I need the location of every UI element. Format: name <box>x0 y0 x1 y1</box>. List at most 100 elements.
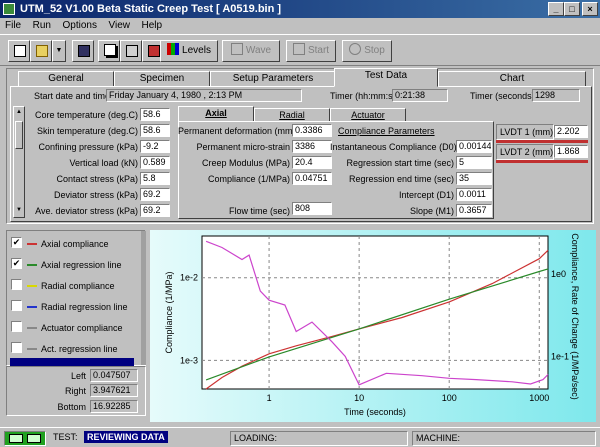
tab-specimen[interactable]: Specimen <box>114 71 210 87</box>
start-button[interactable]: Start <box>286 40 336 62</box>
confining-pressure-label: Confining pressure (kPa) <box>38 142 138 152</box>
status-bar: TEST: REVIEWING DATA LOADING: MACHINE: <box>0 427 600 447</box>
axial-compliance-checkbox[interactable]: ✔ <box>11 237 22 248</box>
y2-tick-label: 1e0 <box>551 269 566 279</box>
menu-view[interactable]: View <box>104 18 135 31</box>
radial-compliance-checkbox[interactable] <box>11 279 22 290</box>
actuator-compliance-checkbox[interactable] <box>11 321 22 332</box>
bottom-bound-label: Bottom <box>57 402 86 412</box>
subtab-radial-label: Radial <box>279 110 305 120</box>
legend-swatch <box>27 285 37 287</box>
lvdt2-label: LVDT 2 (mm) <box>500 147 554 157</box>
subtab-radial[interactable]: Radial <box>254 108 330 122</box>
regression-start-value: 5 <box>456 156 492 169</box>
stop-button[interactable]: Stop <box>342 40 392 62</box>
legend-item-actuator-compliance[interactable]: Actuator compliance <box>11 321 141 341</box>
scroll-up-icon[interactable]: ▲ <box>16 109 22 115</box>
open-folder-button[interactable] <box>30 40 52 62</box>
printer-icon <box>126 45 138 57</box>
x-tick-label: 1000 <box>529 393 549 403</box>
left-scrollbar[interactable]: ▲ ▼ <box>13 106 25 218</box>
flow-time-label: Flow time (sec) <box>228 206 290 216</box>
test-status-label: TEST: <box>53 432 78 442</box>
core-temperature-value: 58.6 <box>140 108 170 121</box>
compliance-parameters-title: Compliance Parameters <box>338 126 435 136</box>
toolbar: ▼ Levels Wave Start Stop <box>0 34 600 66</box>
axial-regression-checkbox[interactable]: ✔ <box>11 258 22 269</box>
skin-temperature-label: Skin temperature (deg.C) <box>36 126 138 136</box>
x-tick-label: 100 <box>442 393 457 403</box>
menu-options[interactable]: Options <box>58 18 101 31</box>
subtab-axial[interactable]: Axial <box>178 106 254 122</box>
y-tick-label: 1e-3 <box>180 355 198 365</box>
chart-legend: ✔ Axial compliance ✔ Axial regression line… <box>6 230 146 366</box>
tab-general[interactable]: General <box>18 71 114 87</box>
start-time-label: Start date and time <box>34 91 111 101</box>
maximize-button[interactable]: □ <box>564 2 580 16</box>
tab-setup-parameters[interactable]: Setup Parameters <box>210 71 336 87</box>
tab-chart[interactable]: Chart <box>438 71 586 87</box>
confining-pressure-value: -9.2 <box>140 140 170 153</box>
scroll-down-icon[interactable]: ▼ <box>16 207 22 213</box>
vertical-load-label: Vertical load (kN) <box>69 158 138 168</box>
permanent-microstrain-value: 3386 <box>292 140 332 153</box>
scroll-thumb[interactable] <box>15 121 23 149</box>
legend-item-axial-compliance[interactable]: ✔ Axial compliance <box>11 237 141 257</box>
legend-item-radial-regression[interactable]: Radial regression line <box>11 300 141 320</box>
menu-bar: File Run Options View Help <box>0 18 600 34</box>
legend-swatch <box>27 306 37 308</box>
start-time-value: Friday January 4, 1980 , 2:13 PM <box>106 89 302 102</box>
test-status-value: REVIEWING DATA <box>84 431 168 443</box>
subtab-actuator[interactable]: Actuator <box>330 108 406 122</box>
wave-label: Wave <box>245 45 272 56</box>
core-temperature-label: Core temperature (deg.C) <box>34 110 138 120</box>
levels-button[interactable]: Levels <box>160 40 218 62</box>
y-tick-label: 1e-2 <box>180 273 198 283</box>
plot-area-group <box>201 235 549 390</box>
deviator-stress-label: Deviator stress (kPa) <box>53 190 138 200</box>
plot-area <box>201 235 549 390</box>
menu-help[interactable]: Help <box>137 18 167 31</box>
new-file-button[interactable] <box>8 40 30 62</box>
radial-regression-checkbox[interactable] <box>11 300 22 311</box>
instantaneous-compliance-value: 0.00144 <box>456 140 492 153</box>
legend-item-radial-compliance[interactable]: Radial compliance <box>11 279 141 299</box>
legend-swatch <box>27 264 37 266</box>
legend-selected-row[interactable] <box>10 358 134 366</box>
timer-seconds-value: 1298 <box>532 89 580 102</box>
legend-item-axial-regression[interactable]: ✔ Axial regression line <box>11 258 141 278</box>
wave-button[interactable]: Wave <box>222 40 280 62</box>
open-dropdown-button[interactable]: ▼ <box>52 40 66 62</box>
y2-axis-label: Compliance, Rate of Change (1/MPa/sec) <box>570 233 580 400</box>
menu-run[interactable]: Run <box>28 18 55 31</box>
legend-scrollbar[interactable] <box>141 231 146 365</box>
print-button[interactable] <box>120 40 142 62</box>
legend-label: Radial regression line <box>41 302 128 312</box>
timer-seconds-label: Timer (seconds) <box>470 91 535 101</box>
act-regression-checkbox[interactable] <box>11 342 22 353</box>
slope-label: Slope (M1) <box>409 206 454 216</box>
intercept-label: Intercept (D1) <box>398 190 454 200</box>
regression-end-label: Regression end time (sec) <box>348 174 454 184</box>
vertical-load-value: 0.589 <box>140 156 170 169</box>
tab-test-data[interactable]: Test Data <box>334 68 438 87</box>
save-button[interactable] <box>72 40 94 62</box>
deviator-stress-value: 69.2 <box>140 188 170 201</box>
left-bound-label: Left <box>70 371 86 381</box>
legend-swatch <box>27 243 37 245</box>
close-button[interactable]: × <box>582 2 598 16</box>
permanent-deformation-value: 0.3386 <box>292 124 332 137</box>
right-bound-value: 3.947621 <box>90 384 138 397</box>
compliance-chart[interactable]: 1 10 100 1000 1e-3 1e-2 1e-1 1e0 Time (seconds) C… <box>150 230 596 422</box>
copy-icon <box>104 44 116 56</box>
ave-deviator-stress-label: Ave. deviator stress (kPa) <box>35 206 138 216</box>
copy-button[interactable] <box>98 40 120 62</box>
levels-label: Levels <box>182 45 211 56</box>
network-icon-2 <box>27 434 41 443</box>
timer-label: Timer (hh:mm:ss) <box>330 91 401 101</box>
legend-label: Act. regression line <box>41 344 118 354</box>
minimize-button[interactable]: _ <box>548 2 564 16</box>
right-bound-label: Right <box>64 386 86 396</box>
legend-label: Axial compliance <box>41 239 109 249</box>
menu-file[interactable]: File <box>0 18 25 31</box>
